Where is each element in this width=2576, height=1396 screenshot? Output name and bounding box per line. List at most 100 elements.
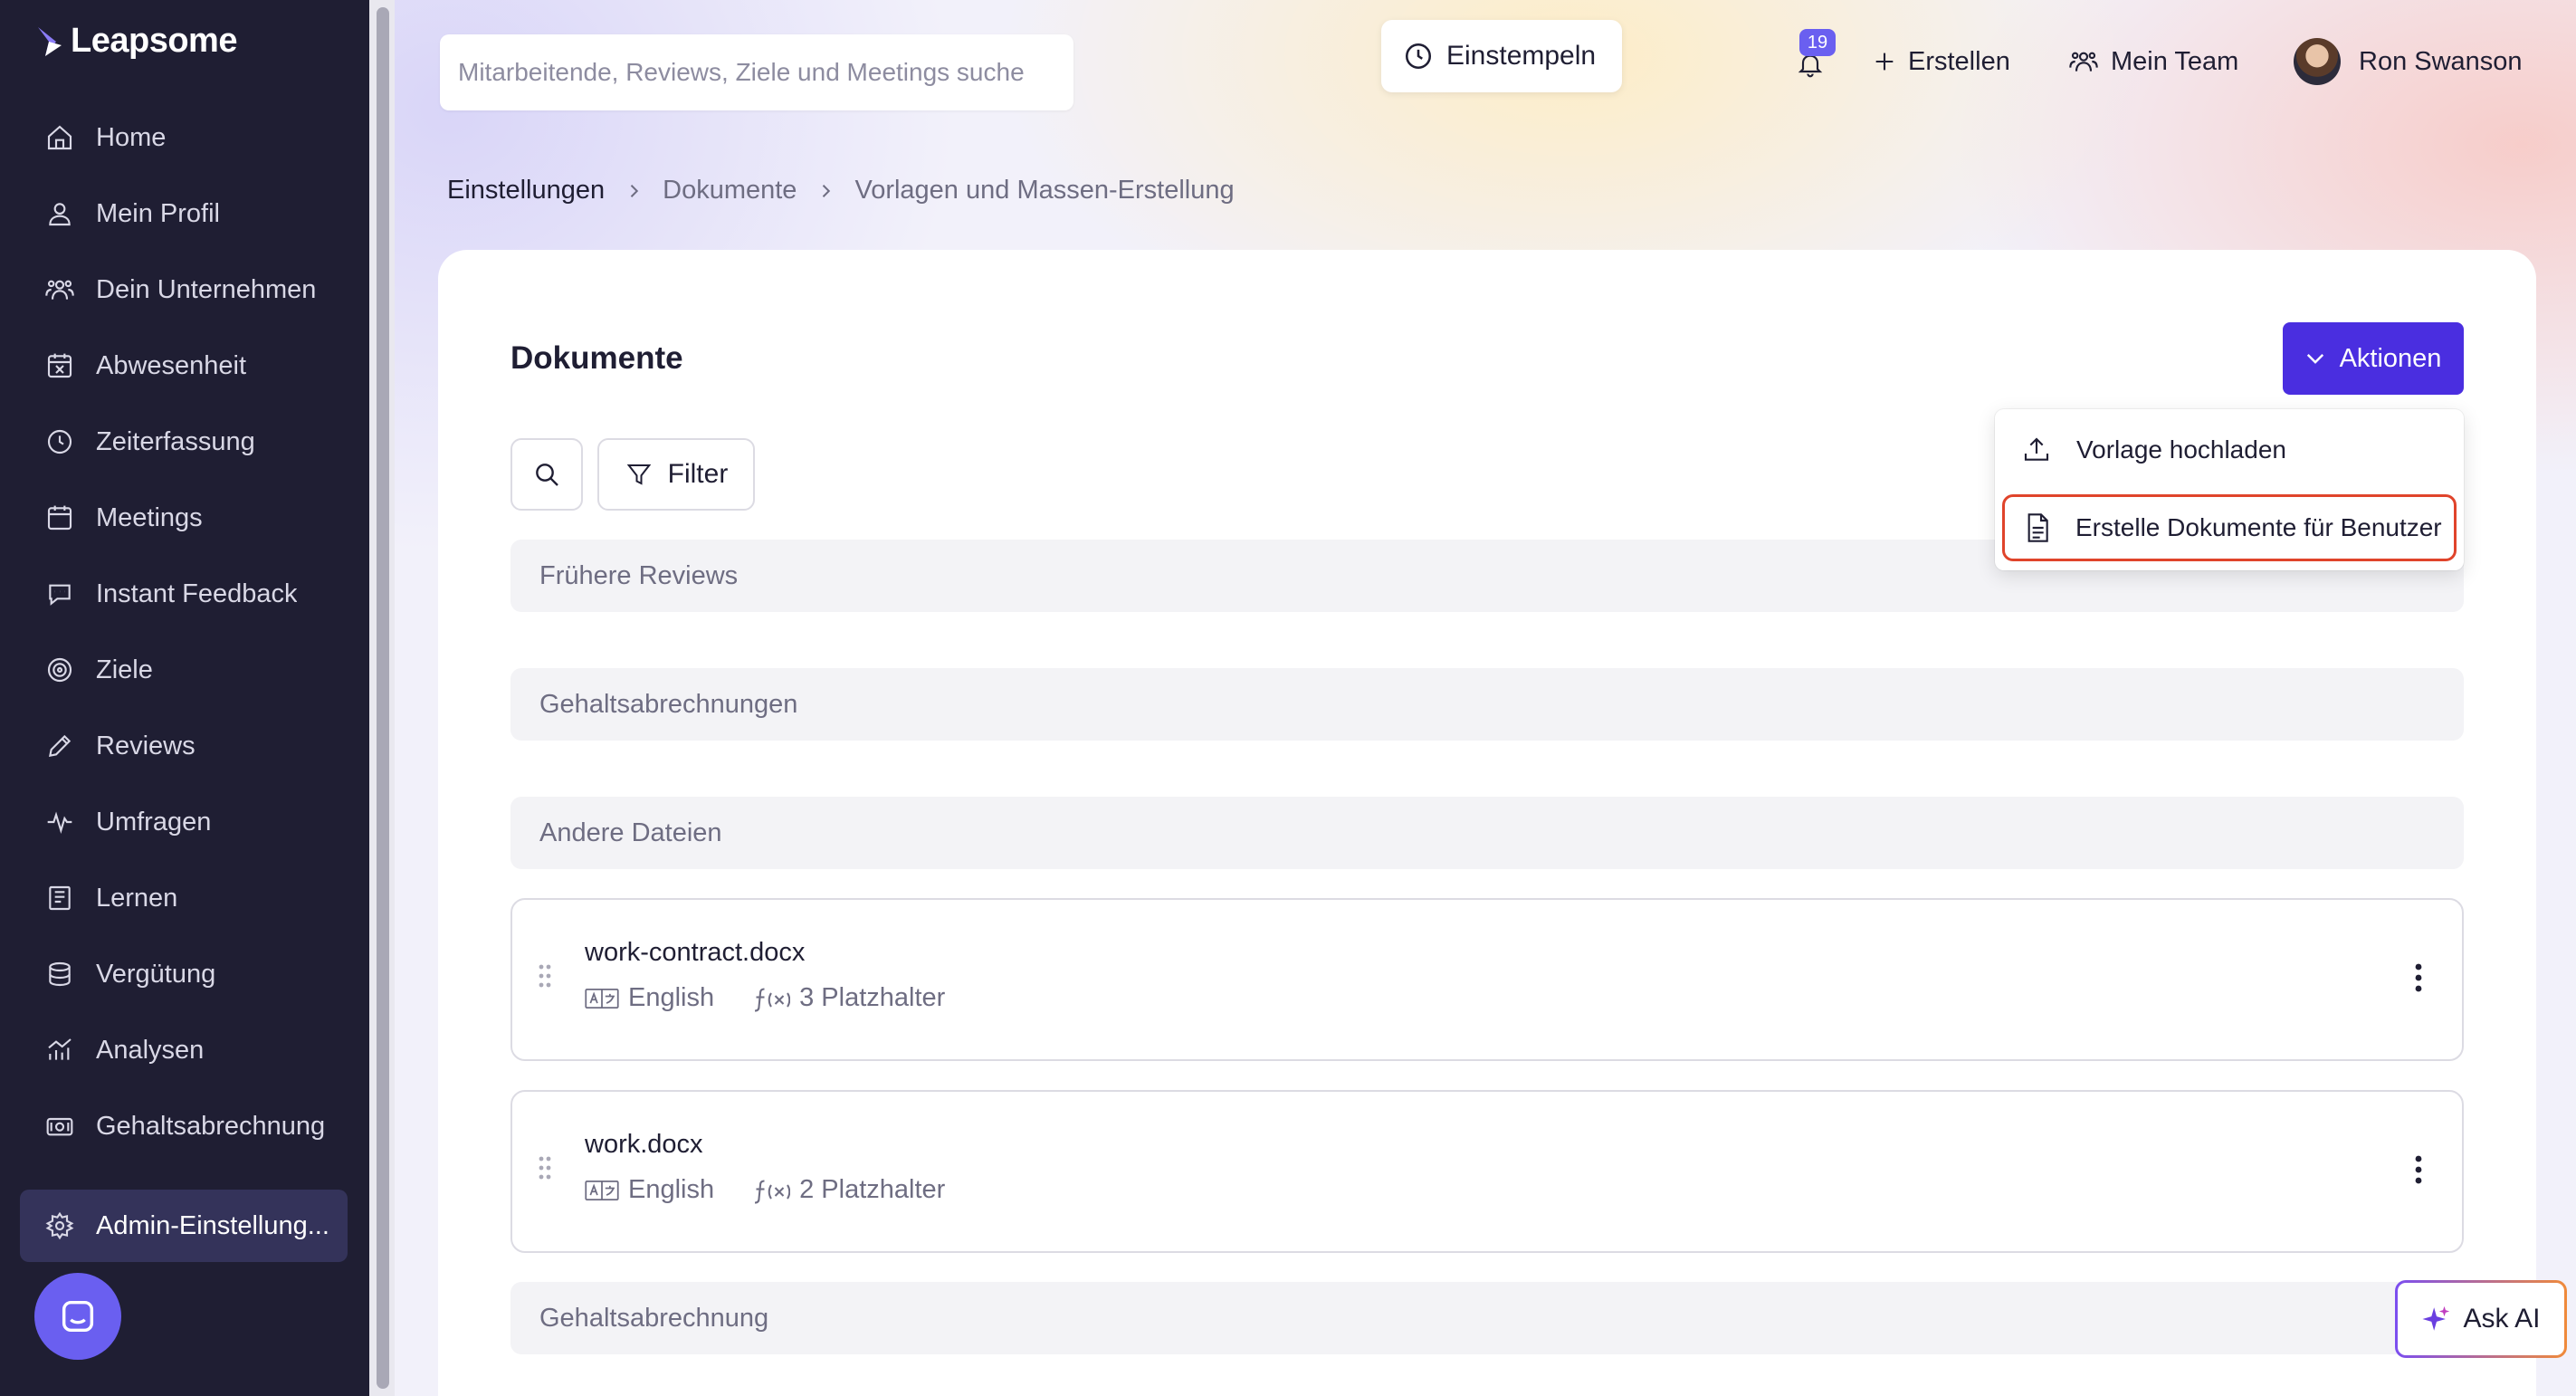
drag-handle-icon[interactable]: [538, 1155, 552, 1181]
file-icon: [2025, 513, 2050, 542]
book-icon: [43, 882, 76, 914]
calendar-x-icon: [43, 349, 76, 382]
document-language: English: [628, 983, 715, 1012]
team-icon: [2067, 47, 2100, 76]
sidebar-item-label: Home: [96, 122, 167, 152]
sidebar-item-label: Reviews: [96, 731, 196, 760]
sidebar-item-label: Meetings: [96, 502, 203, 532]
ask-ai-label: Ask AI: [2463, 1304, 2541, 1334]
sidebar-item-admin-settings[interactable]: Admin-Einstellung...: [20, 1190, 348, 1262]
breadcrumb-settings[interactable]: Einstellungen: [447, 176, 605, 206]
document-language: English: [628, 1175, 715, 1204]
section-payslips[interactable]: Gehaltsabrechnungen: [510, 668, 2464, 741]
document-name: work-contract.docx: [585, 938, 806, 967]
home-icon: [43, 121, 76, 154]
support-chat-button[interactable]: [34, 1273, 121, 1360]
section-label: Gehaltsabrechnung: [539, 1303, 769, 1333]
pencil-icon: [43, 730, 76, 762]
user-name: Ron Swanson: [2359, 46, 2523, 76]
chevron-down-icon: [2305, 352, 2325, 365]
more-options-icon[interactable]: [2413, 1152, 2424, 1188]
sidebar-item-company[interactable]: Dein Unternehmen: [20, 253, 348, 326]
chevron-right-icon: [626, 182, 641, 200]
menu-item-create-documents-for-users[interactable]: Erstelle Dokumente für Benutzer: [2002, 494, 2457, 561]
function-icon: [752, 1177, 791, 1204]
actions-button[interactable]: Aktionen: [2283, 322, 2464, 395]
document-row[interactable]: work.docx English 2 Platzhalter: [510, 1090, 2464, 1253]
sidebar-item-analytics[interactable]: Analysen: [20, 1014, 348, 1086]
chart-icon: [43, 1034, 76, 1066]
actions-label: Aktionen: [2339, 343, 2442, 373]
search-icon: [532, 460, 561, 489]
sidebar-item-meetings[interactable]: Meetings: [20, 482, 348, 554]
sidebar-item-label: Vergütung: [96, 959, 216, 989]
sidebar-item-time-tracking[interactable]: Zeiterfassung: [20, 406, 348, 478]
ask-ai-button[interactable]: Ask AI: [2395, 1280, 2567, 1358]
function-icon: [752, 985, 791, 1012]
sidebar-item-compensation[interactable]: Vergütung: [20, 938, 348, 1010]
sidebar-item-label: Analysen: [96, 1035, 205, 1065]
sidebar-item-home[interactable]: Home: [20, 101, 348, 174]
section-label: Andere Dateien: [539, 818, 722, 847]
language-icon: [585, 1179, 619, 1202]
breadcrumb-documents[interactable]: Dokumente: [663, 176, 797, 206]
gear-icon: [43, 1210, 76, 1242]
sidebar-item-reviews[interactable]: Reviews: [20, 710, 348, 782]
section-other-files[interactable]: Andere Dateien: [510, 797, 2464, 869]
filter-icon: [625, 461, 654, 488]
sidebar-scrollbar-thumb[interactable]: [377, 7, 389, 1389]
target-icon: [43, 654, 76, 686]
user-menu[interactable]: Ron Swanson: [2294, 36, 2523, 87]
user-icon: [43, 197, 76, 230]
logo-text: Leapsome: [71, 22, 237, 60]
sidebar-item-absence[interactable]: Abwesenheit: [20, 330, 348, 402]
chat-icon: [43, 578, 76, 610]
sidebar-item-learning[interactable]: Lernen: [20, 862, 348, 934]
clock-icon: [1403, 41, 1434, 72]
menu-item-label: Vorlage hochladen: [2076, 435, 2286, 464]
chat-bubble-icon: [57, 1296, 99, 1337]
document-placeholders: 2 Platzhalter: [799, 1175, 946, 1204]
sidebar-item-instant-feedback[interactable]: Instant Feedback: [20, 558, 348, 630]
create-button[interactable]: Erstellen: [1872, 36, 2010, 87]
sidebar-item-label: Admin-Einstellung...: [96, 1210, 329, 1240]
my-team-button[interactable]: Mein Team: [2067, 36, 2238, 87]
sidebar-nav: Home Mein Profil Dein Unternehmen Abwese…: [20, 101, 348, 1266]
calendar-icon: [43, 502, 76, 534]
sidebar-item-label: Abwesenheit: [96, 350, 247, 380]
plus-icon: [1872, 49, 1897, 74]
sidebar-item-goals[interactable]: Ziele: [20, 634, 348, 706]
document-row[interactable]: work-contract.docx English 3 Platzhalter: [510, 898, 2464, 1061]
logo[interactable]: Leapsome: [36, 22, 237, 61]
section-label: Gehaltsabrechnungen: [539, 689, 798, 719]
global-search-input[interactable]: Mitarbeitende, Reviews, Ziele und Meetin…: [440, 34, 1073, 110]
upload-icon: [2022, 435, 2051, 464]
breadcrumb: Einstellungen Dokumente Vorlagen und Mas…: [447, 176, 1235, 206]
section-label: Frühere Reviews: [539, 560, 739, 590]
more-options-icon[interactable]: [2413, 960, 2424, 996]
search-placeholder: Mitarbeitende, Reviews, Ziele und Meetin…: [458, 58, 1025, 86]
clock-icon: [43, 425, 76, 458]
document-placeholders: 3 Platzhalter: [799, 983, 946, 1012]
search-button[interactable]: [510, 438, 583, 511]
sidebar-item-payroll[interactable]: Gehaltsabrechnung: [20, 1090, 348, 1162]
sidebar-item-label: Ziele: [96, 655, 153, 684]
sidebar-item-surveys[interactable]: Umfragen: [20, 786, 348, 858]
drag-handle-icon[interactable]: [538, 963, 552, 989]
document-name: work.docx: [585, 1130, 703, 1159]
menu-item-label: Erstelle Dokumente für Benutzer: [2075, 513, 2442, 541]
my-team-label: Mein Team: [2111, 46, 2239, 76]
sidebar-item-profile[interactable]: Mein Profil: [20, 177, 348, 250]
language-icon: [585, 987, 619, 1010]
pulse-icon: [43, 806, 76, 838]
menu-item-upload-template[interactable]: Vorlage hochladen: [2002, 416, 2457, 483]
section-payroll[interactable]: Gehaltsabrechnung: [510, 1282, 2464, 1354]
sidebar-item-label: Zeiterfassung: [96, 426, 255, 456]
sparkle-icon: [2421, 1304, 2452, 1334]
users-icon: [43, 273, 76, 306]
clock-in-button[interactable]: Einstempeln: [1381, 20, 1622, 92]
sidebar-item-label: Gehaltsabrechnung: [96, 1111, 326, 1141]
notifications-count-badge: 19: [1799, 29, 1836, 56]
sidebar: Leapsome Home Mein Profil Dein Unternehm…: [0, 0, 369, 1396]
filter-button[interactable]: Filter: [597, 438, 755, 511]
